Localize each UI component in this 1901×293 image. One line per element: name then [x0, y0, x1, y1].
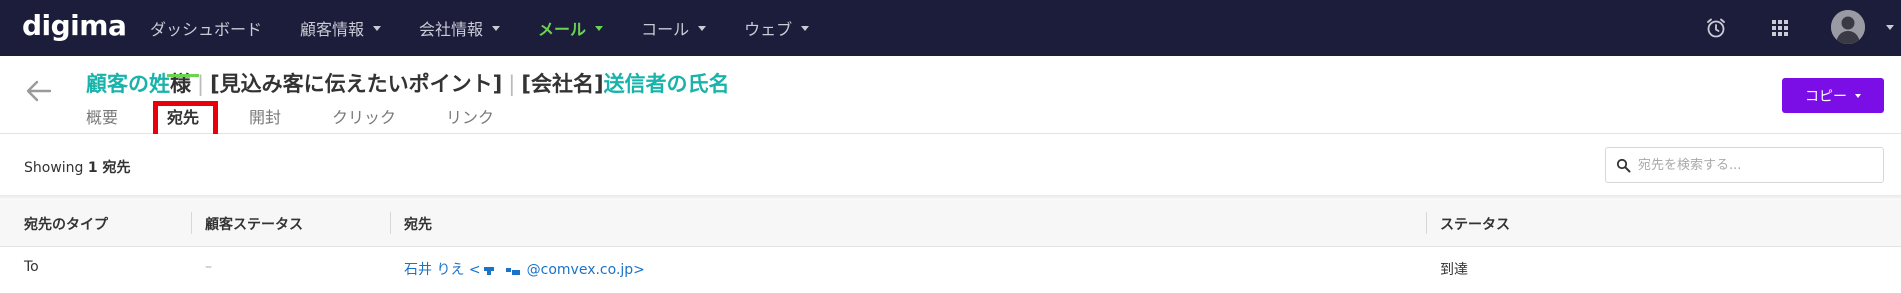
- column-divider: [1426, 212, 1427, 234]
- apps-grid-icon[interactable]: [1768, 16, 1792, 40]
- tab-overview[interactable]: 概要: [86, 104, 118, 128]
- column-divider: [191, 212, 192, 234]
- nav-item-dashboard[interactable]: ダッシュボード: [150, 16, 262, 40]
- search-icon: [1616, 158, 1631, 173]
- copy-button[interactable]: コピー: [1782, 78, 1884, 113]
- cell-customer-status: –: [205, 259, 212, 275]
- chevron-down-icon: [801, 25, 810, 31]
- chevron-down-icon: [492, 25, 501, 31]
- column-header-customer-status[interactable]: 顧客ステータス: [205, 214, 303, 234]
- tab-opens[interactable]: 開封: [249, 104, 281, 128]
- main-menu: ダッシュボード 顧客情報 会社情報 メール コール ウェブ: [150, 0, 847, 56]
- column-divider: [390, 212, 391, 234]
- showing-count: 1 宛先: [87, 160, 131, 176]
- nav-label: メール: [538, 20, 587, 39]
- cell-status: 到達: [1440, 262, 1468, 278]
- chevron-down-icon: [595, 25, 604, 31]
- title-separator: |: [508, 72, 516, 96]
- cell-recipient-link[interactable]: 石井 りえ < @comvex.co.jp>: [404, 259, 645, 279]
- logo-text: digima: [22, 9, 127, 42]
- copy-button-label: コピー: [1805, 88, 1847, 105]
- nav-label: ダッシュボード: [150, 20, 263, 39]
- redacted-email-mark: [483, 267, 520, 275]
- nav-item-web[interactable]: ウェブ: [744, 16, 810, 40]
- back-arrow-icon[interactable]: [26, 80, 52, 102]
- top-navigation-bar: digima ダッシュボード 顧客情報 会社情報 メール コール ウェブ: [0, 0, 1901, 56]
- recipient-email-domain: @comvex.co.jp>: [526, 262, 645, 278]
- chevron-down-icon[interactable]: [1886, 25, 1894, 30]
- user-avatar-icon[interactable]: [1831, 10, 1865, 44]
- active-tab-indicator: [167, 74, 199, 77]
- showing-prefix: Showing: [24, 160, 84, 176]
- tab-clicks[interactable]: クリック: [332, 104, 396, 128]
- title-sender-name: 送信者の氏名: [603, 72, 730, 96]
- nav-item-company-info[interactable]: 会社情報: [419, 16, 501, 40]
- alarm-clock-icon[interactable]: [1704, 16, 1728, 40]
- nav-label: コール: [641, 20, 690, 39]
- column-header-status[interactable]: ステータス: [1440, 214, 1510, 234]
- nav-item-mail[interactable]: メール: [538, 16, 604, 40]
- cell-recipient-type: To: [24, 259, 39, 275]
- page-header: 顧客の姓様 | [見込み客に伝えたいポイント] | [会社名]送信者の氏名 概要 宛先 …: [0, 56, 1901, 134]
- digima-logo[interactable]: digima: [22, 9, 127, 42]
- title-point: [見込み客に伝えたいポイント]: [210, 72, 503, 96]
- column-header-recipient-type[interactable]: 宛先のタイプ: [24, 214, 108, 234]
- nav-label: 会社情報: [419, 20, 484, 39]
- nav-item-customer-info[interactable]: 顧客情報: [300, 16, 382, 40]
- nav-label: 顧客情報: [300, 20, 365, 39]
- nav-label: ウェブ: [744, 20, 793, 39]
- nav-item-call[interactable]: コール: [641, 16, 707, 40]
- search-field[interactable]: [1605, 147, 1884, 183]
- caret-down-icon: [1855, 93, 1861, 98]
- result-count: Showing 1 宛先: [24, 157, 131, 177]
- search-input[interactable]: [1638, 154, 1878, 176]
- tab-links[interactable]: リンク: [446, 104, 494, 128]
- table-row: To – 石井 りえ < @comvex.co.jp> 到達: [0, 247, 1901, 293]
- chevron-down-icon: [698, 25, 707, 31]
- recipient-angle-open: <: [468, 262, 481, 278]
- column-header-recipient[interactable]: 宛先: [404, 214, 432, 234]
- table-header: 宛先のタイプ 顧客ステータス 宛先 ステータス: [0, 200, 1901, 247]
- chevron-down-icon: [373, 25, 382, 31]
- recipient-name: 石井 りえ: [404, 262, 465, 278]
- title-company: [会社名]: [521, 72, 604, 96]
- list-toolbar: Showing 1 宛先: [0, 134, 1901, 196]
- title-customer-surname: 顧客の姓: [86, 72, 170, 96]
- page-title: 顧客の姓様 | [見込み客に伝えたいポイント] | [会社名]送信者の氏名: [86, 68, 730, 98]
